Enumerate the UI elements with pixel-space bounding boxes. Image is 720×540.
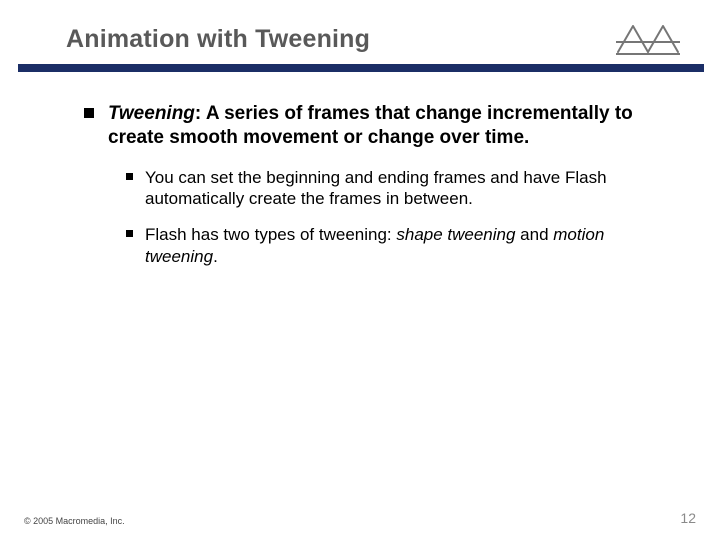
slide: Animation with Tweening Tweening: A seri… [0, 0, 720, 540]
divider-bar [18, 64, 704, 72]
sub2-post: . [213, 247, 218, 266]
copyright-text: © 2005 Macromedia, Inc. [24, 516, 125, 526]
page-number: 12 [680, 510, 696, 526]
sub-bullet-text: Flash has two types of tweening: shape t… [145, 224, 680, 268]
em-shape-tweening: shape tweening [396, 225, 515, 244]
macromedia-icon [616, 22, 680, 56]
sub-bullet: You can set the beginning and ending fra… [126, 167, 680, 211]
sub-bullet: Flash has two types of tweening: shape t… [126, 224, 680, 268]
bullet-square-icon [84, 108, 94, 118]
sub-bullet-text: You can set the beginning and ending fra… [145, 167, 680, 211]
sub2-mid: and [515, 225, 553, 244]
main-bullet-text: Tweening: A series of frames that change… [108, 102, 680, 151]
main-bullet: Tweening: A series of frames that change… [84, 102, 680, 151]
page-title: Animation with Tweening [66, 25, 370, 54]
bullet-square-icon [126, 173, 133, 180]
sub-bullet-list: You can set the beginning and ending fra… [84, 167, 680, 268]
term-tweening: Tweening [108, 103, 195, 124]
sub2-pre: Flash has two types of tweening: [145, 225, 396, 244]
title-row: Animation with Tweening [0, 0, 720, 64]
bullet-square-icon [126, 230, 133, 237]
content-area: Tweening: A series of frames that change… [0, 72, 720, 268]
footer: © 2005 Macromedia, Inc. 12 [0, 510, 720, 526]
